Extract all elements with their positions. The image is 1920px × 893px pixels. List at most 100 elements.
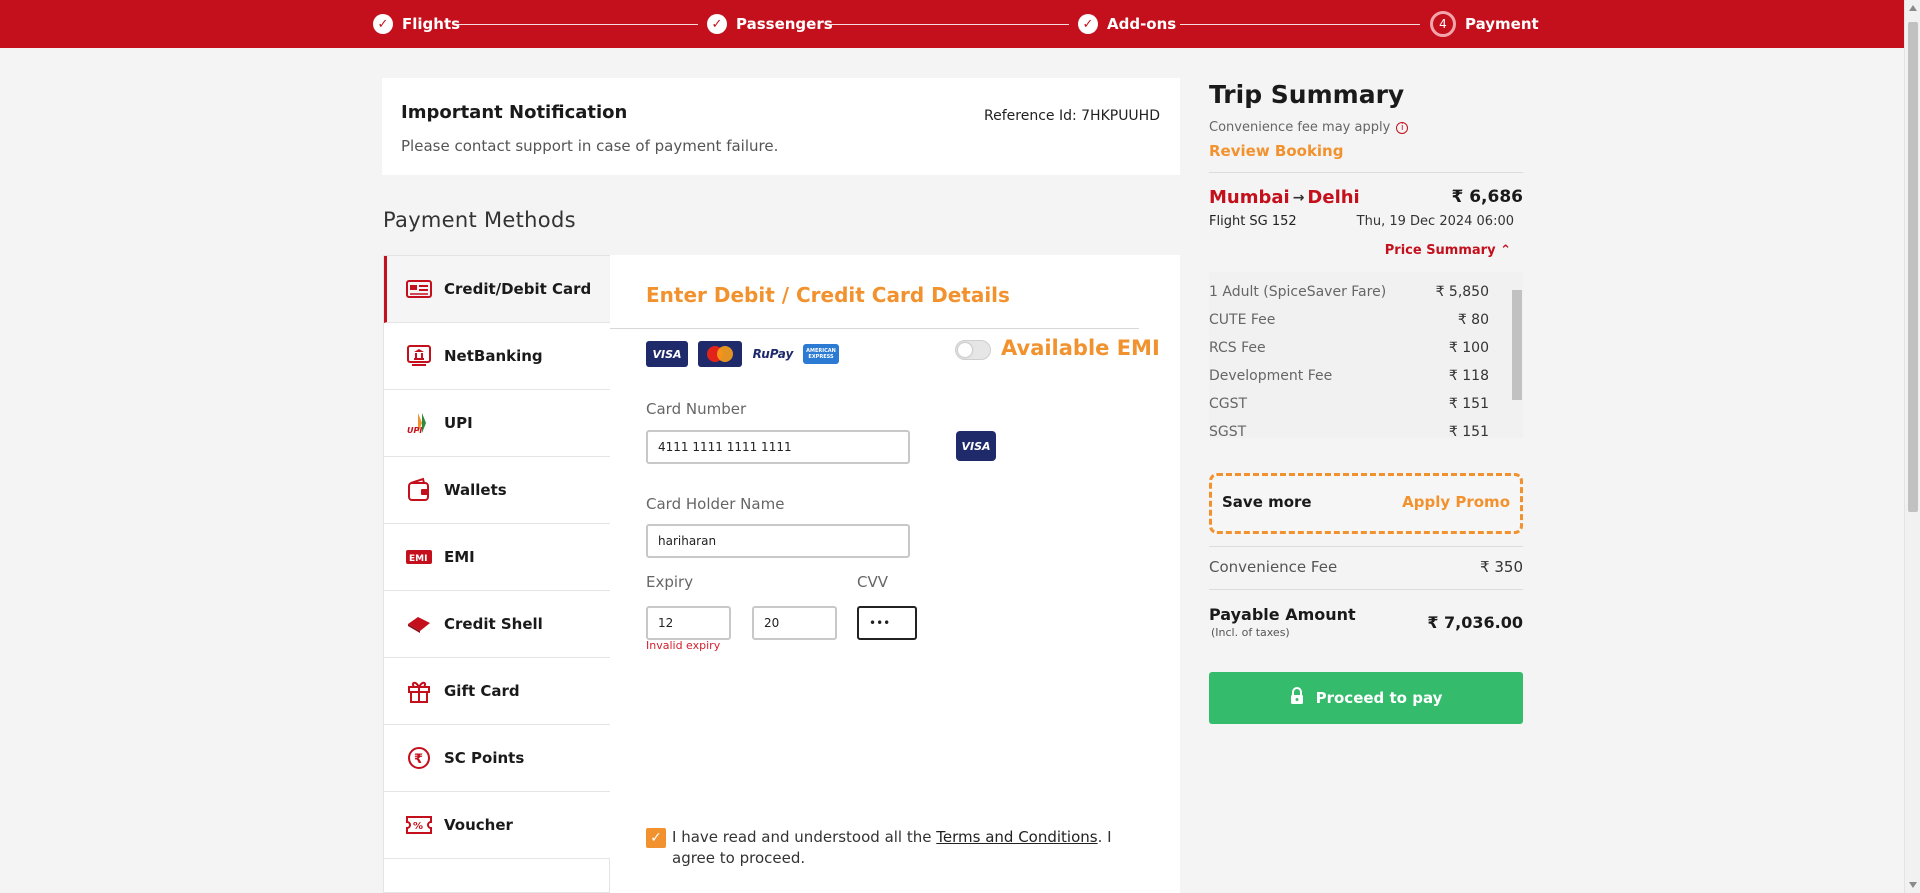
method-credit-shell[interactable]: Credit Shell [384, 591, 610, 658]
voucher-icon: % [406, 812, 432, 838]
method-label: Gift Card [444, 682, 520, 700]
step-number: 4 [1430, 11, 1456, 37]
expiry-month-input[interactable]: 12 [646, 606, 731, 640]
step-addons[interactable]: ✓ Add-ons [1078, 12, 1176, 36]
notification-card: Important Notification Please contact su… [382, 78, 1180, 175]
step-label: Add-ons [1107, 15, 1177, 33]
toggle-knob [958, 343, 972, 357]
step-connector [1180, 24, 1420, 25]
card-number-input[interactable]: 4111 1111 1111 1111 [646, 430, 910, 464]
proceed-to-pay-button[interactable]: Proceed to pay [1209, 672, 1523, 724]
reference-id: Reference Id: 7HKPUUHD [984, 108, 1160, 124]
price-summary-toggle[interactable]: Price Summary ⌃ [1385, 243, 1511, 258]
divider [1209, 546, 1523, 547]
method-voucher[interactable]: % Voucher [384, 792, 610, 859]
upi-icon: UPI [406, 410, 432, 436]
price-row: Development Fee ₹ 118 [1209, 368, 1489, 388]
method-label: UPI [444, 414, 473, 432]
cvv-input[interactable]: ••• [857, 606, 917, 640]
convenience-note-text: Convenience fee may apply [1209, 120, 1391, 135]
card-details-panel: Enter Debit / Credit Card Details VISA R… [610, 255, 1180, 893]
bank-icon [406, 343, 432, 369]
notification-message: Please contact support in case of paymen… [401, 137, 779, 155]
review-booking-link[interactable]: Review Booking [1209, 142, 1343, 160]
expiry-error: Invalid expiry [646, 639, 721, 652]
convenience-fee-label: Convenience Fee [1209, 558, 1338, 576]
svg-text:EMI: EMI [409, 554, 427, 564]
step-payment: 4 Payment [1430, 11, 1539, 37]
check-icon: ✓ [373, 14, 393, 34]
method-sc-points[interactable]: ₹ SC Points [384, 725, 610, 792]
page-scrollbar[interactable] [1904, 0, 1920, 893]
terms-checkbox[interactable]: ✓ [646, 828, 666, 848]
mastercard-circles-icon [707, 346, 733, 362]
method-credit-debit-card[interactable]: Credit/Debit Card [384, 256, 610, 323]
price-row: RCS Fee ₹ 100 [1209, 340, 1489, 360]
method-emi[interactable]: EMI EMI [384, 524, 610, 591]
cvv-label: CVV [857, 573, 888, 591]
flight-route: Mumbai → Delhi [1209, 187, 1360, 208]
price-value: ₹ 151 [1448, 424, 1489, 438]
scrollbar-thumb[interactable] [1908, 22, 1918, 512]
price-row: CUTE Fee ₹ 80 [1209, 312, 1489, 332]
method-label: Credit/Debit Card [444, 280, 592, 298]
price-label: 1 Adult (SpiceSaver Fare) [1209, 284, 1387, 300]
method-label: Credit Shell [444, 615, 543, 633]
scrollbar-thumb[interactable] [1512, 290, 1522, 400]
price-summary-label: Price Summary [1384, 243, 1496, 258]
notification-title: Important Notification [401, 102, 628, 123]
convenience-fee-row: Convenience Fee ₹ 350 [1209, 558, 1523, 576]
price-value: ₹ 151 [1448, 396, 1489, 412]
arrow-right-icon: → [1292, 189, 1305, 206]
step-connector [831, 24, 1069, 25]
divider [1209, 172, 1523, 173]
scroll-up-arrow-icon[interactable] [1909, 5, 1917, 11]
method-upi[interactable]: UPI UPI [384, 390, 610, 457]
promo-box: Save more Apply Promo [1209, 473, 1523, 534]
method-netbanking[interactable]: NetBanking [384, 323, 610, 390]
apply-promo-link[interactable]: Apply Promo [1402, 493, 1510, 511]
price-value: ₹ 80 [1457, 312, 1489, 328]
booking-progress-bar: ✓ Flights ✓ Passengers ✓ Add-ons 4 Payme… [0, 0, 1904, 48]
price-value: ₹ 118 [1448, 368, 1489, 384]
destination-city: Delhi [1307, 187, 1360, 208]
price-row: 1 Adult (SpiceSaver Fare) ₹ 5,850 [1209, 284, 1489, 304]
step-label: Flights [402, 15, 461, 33]
trip-summary-title: Trip Summary [1209, 80, 1405, 109]
emi-toggle[interactable] [955, 340, 991, 360]
emi-label: Available EMI [1001, 336, 1160, 360]
step-label: Payment [1465, 15, 1539, 33]
scroll-down-arrow-icon[interactable] [1909, 882, 1917, 888]
price-label: RCS Fee [1209, 340, 1266, 356]
payment-methods-title: Payment Methods [383, 208, 576, 232]
card-holder-input[interactable]: hariharan [646, 524, 910, 558]
convenience-note: Convenience fee may apply i [1209, 120, 1409, 135]
payable-amount-label: Payable Amount [1209, 605, 1356, 624]
divider [610, 328, 1139, 329]
method-label: Wallets [444, 481, 507, 499]
method-label: Voucher [444, 816, 513, 834]
method-label: NetBanking [444, 347, 543, 365]
step-passengers[interactable]: ✓ Passengers [707, 12, 833, 36]
price-label: CUTE Fee [1209, 312, 1276, 328]
method-wallets[interactable]: Wallets [384, 457, 610, 524]
method-gift-card[interactable]: Gift Card [384, 658, 610, 725]
wallet-icon [406, 477, 432, 503]
price-value: ₹ 5,850 [1435, 284, 1489, 300]
rupee-coin-icon: ₹ [406, 745, 432, 771]
terms-link[interactable]: Terms and Conditions [936, 828, 1097, 846]
detected-visa-badge: VISA [956, 431, 996, 461]
expiry-year-input[interactable]: 20 [752, 606, 837, 640]
price-breakdown-list: 1 Adult (SpiceSaver Fare) ₹ 5,850 CUTE Fe… [1209, 272, 1523, 438]
info-icon[interactable]: i [1396, 121, 1409, 134]
check-icon: ✓ [707, 14, 727, 34]
price-list-scrollbar[interactable] [1509, 272, 1523, 438]
svg-text:%: % [413, 821, 423, 832]
terms-text: I have read and understood all the Terms… [672, 827, 1146, 869]
svg-text:UPI: UPI [407, 426, 422, 435]
expiry-label: Expiry [646, 573, 694, 591]
method-label: SC Points [444, 749, 525, 767]
mastercard-logo [698, 341, 742, 367]
step-flights[interactable]: ✓ Flights [373, 12, 460, 36]
price-value: ₹ 100 [1448, 340, 1489, 356]
